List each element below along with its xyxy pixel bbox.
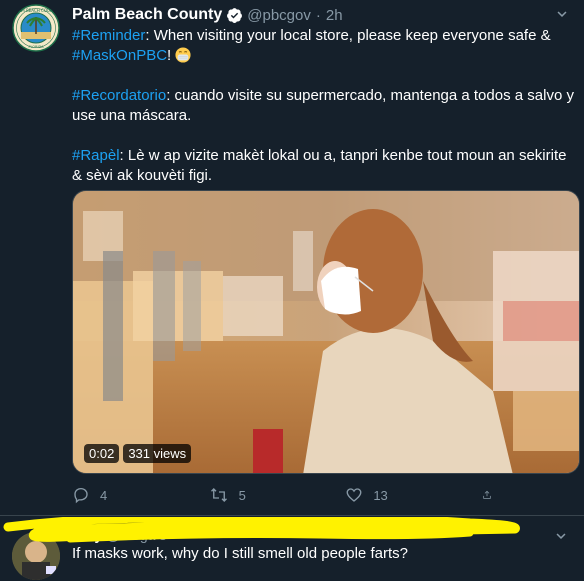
video-views: 331 views: [123, 443, 192, 463]
video-player[interactable]: 0:02 331 views: [72, 190, 580, 474]
author-name[interactable]: Palm Beach County: [72, 6, 222, 24]
avatar-image: [12, 532, 60, 580]
heart-icon: [346, 488, 362, 502]
video-thumbnail: [73, 191, 579, 473]
mask-face-emoji-icon: [175, 47, 191, 63]
tweet-header: Palm Beach County @pbcgov · 2h: [72, 3, 343, 27]
timeline: PALM BEACH COUNTY FLORIDA Palm Beach Cou…: [0, 0, 584, 581]
author-avatar[interactable]: PALM BEACH COUNTY FLORIDA: [12, 4, 60, 52]
retweet-button[interactable]: 5: [209, 486, 299, 504]
tweet[interactable]: PALM BEACH COUNTY FLORIDA Palm Beach Cou…: [0, 0, 584, 516]
tweet-paragraph-spanish: #Recordatorio: cuando visite su supermer…: [72, 86, 576, 126]
like-count: 13: [373, 487, 388, 503]
separator-dot: ·: [315, 6, 321, 24]
reply-button[interactable]: 4: [72, 486, 162, 504]
tweet-paragraph-creole: #Rapèl: Lè w ap vizite makèt lokal ou a,…: [72, 146, 576, 186]
video-meta: 0:02 331 views: [84, 442, 192, 464]
hashtag-recordatorio[interactable]: #Recordatorio: [72, 87, 166, 104]
tweet-text-segment: !: [167, 47, 172, 64]
hashtag-reminder[interactable]: #Reminder: [72, 27, 145, 44]
like-button[interactable]: 13: [345, 486, 435, 504]
tweet-actions: 4 5 13: [72, 482, 502, 508]
tweet-text-segment: : When visiting your local store, please…: [145, 27, 551, 44]
county-seal-logo: PALM BEACH COUNTY FLORIDA: [12, 4, 60, 52]
reply-more-options-icon[interactable]: [552, 527, 572, 547]
more-options-icon[interactable]: [552, 4, 572, 24]
reply-timestamp[interactable]: s: [159, 527, 166, 543]
retweet-count: 5: [238, 487, 246, 503]
hashtag-maskonpbc[interactable]: #MaskOnPBC: [72, 47, 167, 64]
reply-text: If masks work, why do I still smell old …: [72, 545, 408, 562]
share-icon: [483, 490, 491, 499]
tweet-text-segment: : Lè w ap vizite makèt lokal ou a, tanpr…: [72, 147, 567, 184]
seal-top-text: PALM BEACH COUNTY: [14, 8, 58, 13]
retweet-icon: [210, 488, 227, 502]
reply-icon: [74, 487, 88, 504]
tweet-paragraph-english: #Reminder: When visiting your local stor…: [72, 26, 576, 66]
tweet-text: #Reminder: When visiting your local stor…: [72, 26, 576, 206]
reply-avatar[interactable]: [12, 532, 60, 580]
tweet-timestamp[interactable]: 2h: [326, 7, 343, 24]
seal-bottom-text: FLORIDA: [28, 45, 44, 49]
verified-badge-icon: [227, 7, 243, 23]
reply-header: ruby @mega s: [72, 527, 166, 547]
share-button[interactable]: [482, 486, 502, 504]
author-handle[interactable]: @pbcgov: [247, 7, 311, 24]
reply-author-handle[interactable]: @mega: [106, 527, 155, 543]
reply-author-name[interactable]: ruby: [72, 527, 102, 543]
hashtag-rapel[interactable]: #Rapèl: [72, 147, 120, 164]
reply-count: 4: [100, 487, 108, 503]
video-duration: 0:02: [84, 443, 120, 463]
reply-tweet[interactable]: ruby @mega s If masks work, why do I sti…: [0, 517, 584, 581]
